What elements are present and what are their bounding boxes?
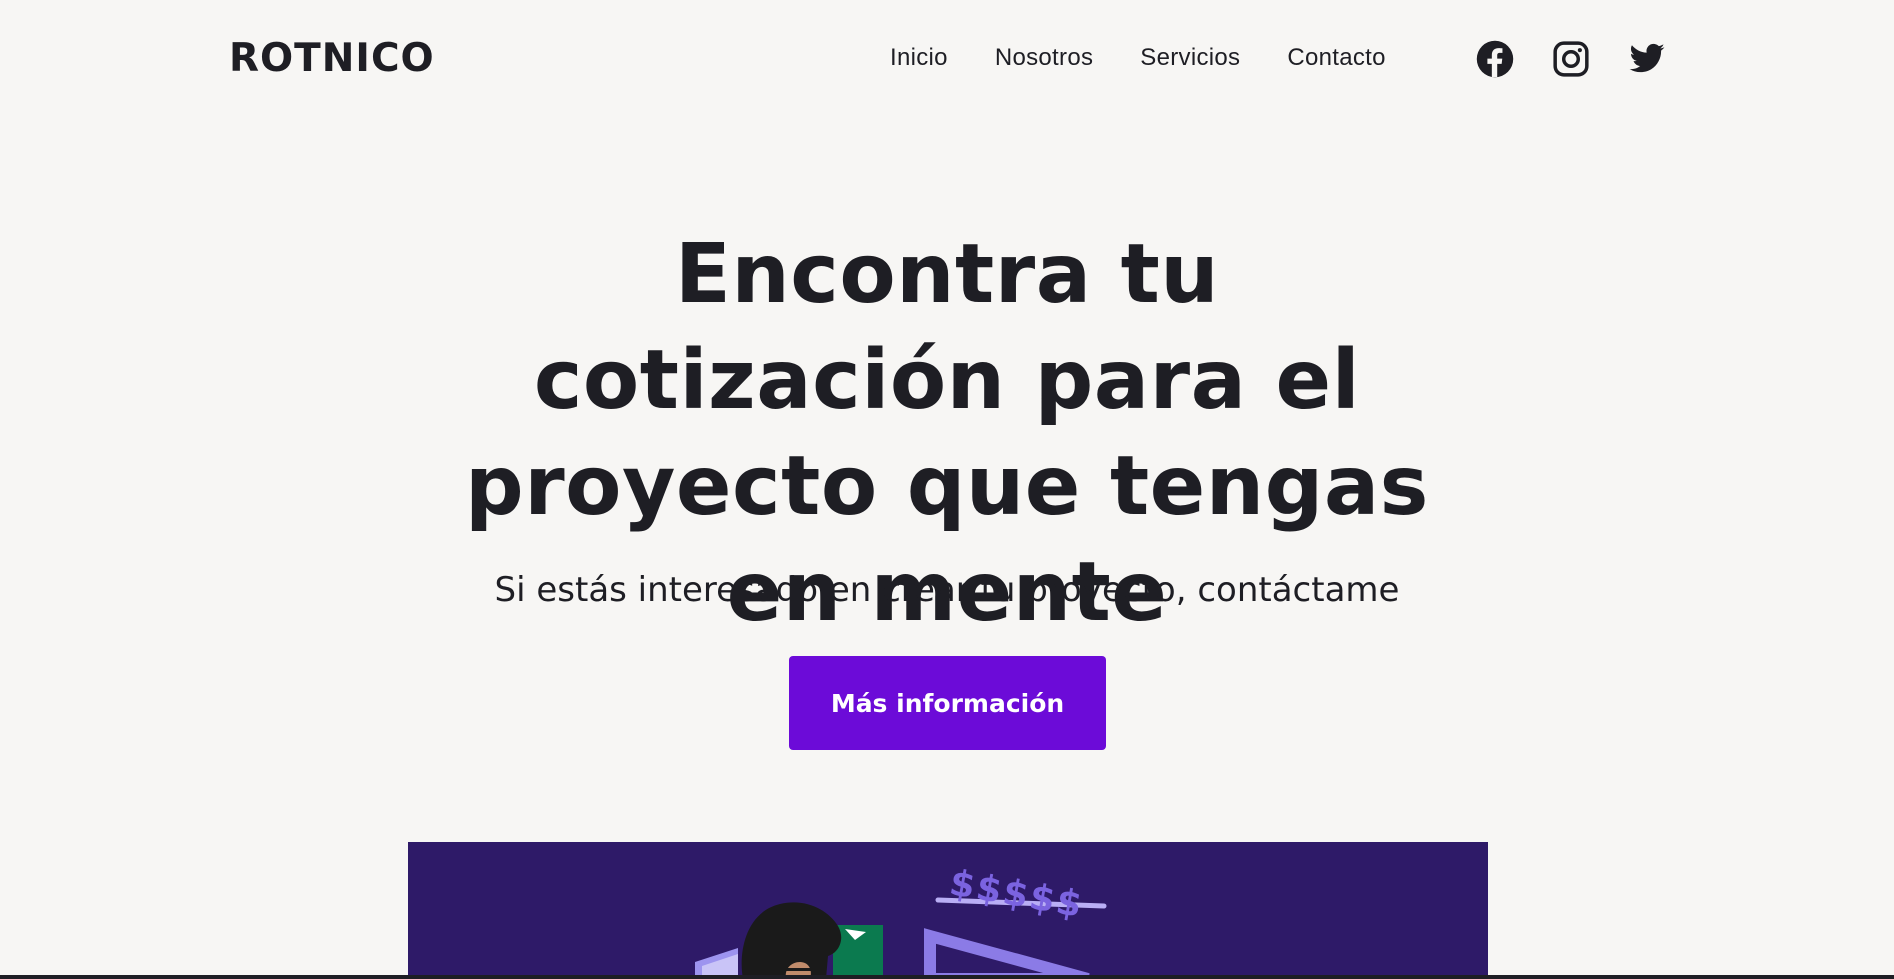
page-bottom-edge: [0, 975, 1894, 979]
logo[interactable]: ROTNICO: [229, 36, 435, 81]
nav-link-servicios[interactable]: Servicios: [1140, 44, 1240, 72]
more-info-button[interactable]: Más información: [789, 656, 1106, 750]
nav-link-inicio[interactable]: Inicio: [890, 44, 948, 72]
social-links: [1476, 40, 1666, 78]
dollar-signs: $$$$$: [946, 862, 1086, 926]
site-header: ROTNICO Inicio Nosotros Servicios Contac…: [0, 0, 1894, 118]
facebook-icon[interactable]: [1476, 40, 1514, 78]
twitter-icon[interactable]: [1628, 40, 1666, 78]
main-nav: Inicio Nosotros Servicios Contacto: [890, 44, 1386, 72]
nav-link-nosotros[interactable]: Nosotros: [995, 44, 1093, 72]
hero-subtitle: Si estás interesado en crear tu proyecto…: [494, 570, 1400, 610]
hero-illustration: $$$$$: [408, 842, 1488, 979]
instagram-icon[interactable]: [1552, 40, 1590, 78]
nav-link-contacto[interactable]: Contacto: [1287, 44, 1385, 72]
screen-shape: [924, 928, 1090, 979]
